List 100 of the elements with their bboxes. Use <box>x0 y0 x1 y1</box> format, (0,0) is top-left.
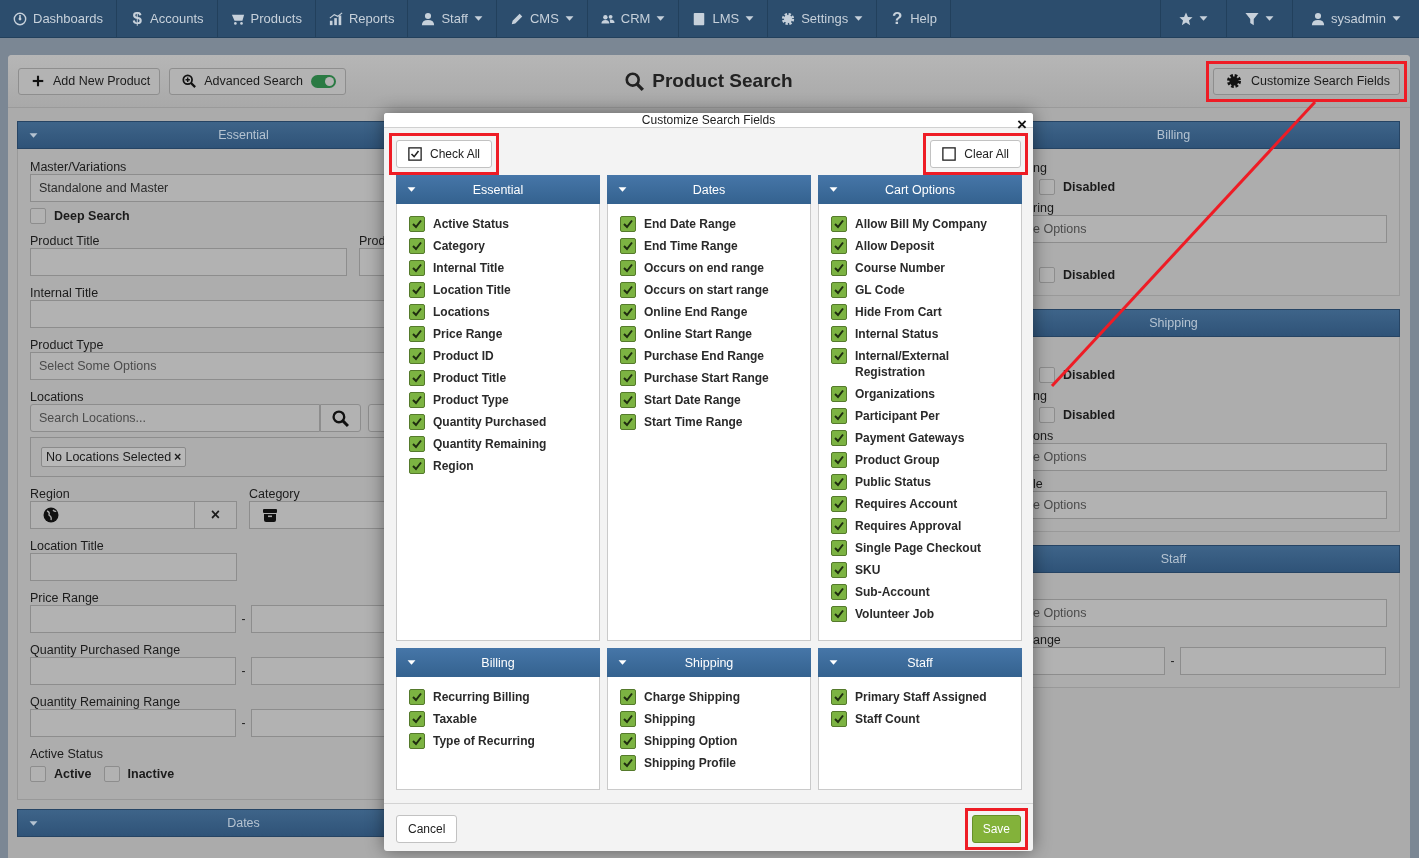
text-field[interactable] <box>1033 647 1165 675</box>
checkbox[interactable] <box>831 216 847 232</box>
checkbox[interactable] <box>1039 179 1055 195</box>
text-field[interactable] <box>30 553 237 581</box>
select-field[interactable]: Select Some Options <box>30 352 384 380</box>
checkbox[interactable] <box>409 238 425 254</box>
checkbox[interactable] <box>409 392 425 408</box>
close-icon[interactable]: × <box>1017 116 1027 134</box>
checkbox[interactable] <box>620 755 636 771</box>
checkbox[interactable] <box>30 766 46 782</box>
modal-button[interactable]: Check All <box>396 140 493 168</box>
select-field[interactable]: e Options <box>1033 491 1387 519</box>
checkbox[interactable] <box>409 326 425 342</box>
checkbox[interactable] <box>620 282 636 298</box>
text-field[interactable] <box>30 300 384 328</box>
group-header[interactable]: Cart Options <box>818 175 1022 204</box>
text-field[interactable] <box>30 709 236 737</box>
checkbox[interactable] <box>831 474 847 490</box>
section-header[interactable]: Staff <box>1033 545 1400 573</box>
checkbox[interactable] <box>620 711 636 727</box>
nav-item[interactable]: Products <box>217 0 316 37</box>
checkbox[interactable] <box>831 689 847 705</box>
select-field[interactable]: e Options <box>1033 599 1387 627</box>
customize-button[interactable]: Customize Search Fields <box>1213 67 1400 95</box>
search-field[interactable]: Search Locations... <box>30 404 320 432</box>
checkbox[interactable] <box>620 370 636 386</box>
toolbar-button[interactable]: Advanced Search <box>169 67 346 95</box>
checkbox[interactable] <box>620 260 636 276</box>
checkbox[interactable] <box>620 392 636 408</box>
checkbox[interactable] <box>620 304 636 320</box>
checkbox[interactable] <box>620 414 636 430</box>
nav-item[interactable]: $ Accounts <box>117 0 218 37</box>
nav-item[interactable]: CMS <box>496 0 588 37</box>
select-field[interactable]: e Options <box>1033 215 1387 243</box>
checkbox[interactable] <box>831 282 847 298</box>
checkbox[interactable] <box>1039 267 1055 283</box>
nav-item[interactable]: Settings <box>768 0 878 37</box>
group-header[interactable]: Shipping <box>607 648 811 677</box>
checkbox[interactable] <box>831 386 847 402</box>
checkbox[interactable] <box>409 304 425 320</box>
section-header[interactable]: Shipping <box>1033 309 1400 337</box>
checkbox[interactable] <box>831 584 847 600</box>
checkbox[interactable] <box>831 540 847 556</box>
checkbox[interactable] <box>831 304 847 320</box>
checkbox[interactable] <box>831 260 847 276</box>
select-field[interactable]: e Options <box>1033 443 1387 471</box>
checkbox[interactable] <box>30 208 46 224</box>
checkbox[interactable] <box>103 766 120 782</box>
select-field[interactable] <box>30 501 195 529</box>
toolbar-button[interactable]: Add New Product <box>18 67 161 95</box>
section-header[interactable]: Dates <box>17 809 384 837</box>
checkbox[interactable] <box>409 733 425 749</box>
section-header[interactable]: Billing <box>1033 121 1400 149</box>
checkbox[interactable] <box>409 348 425 364</box>
checkbox[interactable] <box>620 733 636 749</box>
checkbox[interactable] <box>409 689 425 705</box>
checkbox[interactable] <box>409 370 425 386</box>
clear-button[interactable]: × <box>195 501 237 529</box>
checkbox[interactable] <box>831 518 847 534</box>
search-button[interactable] <box>320 404 361 432</box>
group-header[interactable]: Dates <box>607 175 811 204</box>
checkbox[interactable] <box>831 496 847 512</box>
checkbox[interactable] <box>1039 367 1055 383</box>
group-header[interactable]: Staff <box>818 648 1022 677</box>
checkbox[interactable] <box>409 436 425 452</box>
checkbox[interactable] <box>831 562 847 578</box>
text-field[interactable] <box>30 605 236 633</box>
checkbox[interactable] <box>409 282 425 298</box>
checkbox[interactable] <box>409 711 425 727</box>
text-field[interactable] <box>30 248 347 276</box>
nav-item[interactable]: ? Help <box>877 0 951 37</box>
nav-item[interactable]: Reports <box>315 0 409 37</box>
section-header[interactable]: Essential <box>17 121 384 149</box>
select-field[interactable]: Standalone and Master <box>30 174 384 202</box>
group-header[interactable]: Billing <box>396 648 600 677</box>
remove-icon[interactable]: × <box>174 450 182 464</box>
checkbox[interactable] <box>831 430 847 446</box>
text-field[interactable] <box>30 657 236 685</box>
checkbox[interactable] <box>620 689 636 705</box>
checkbox[interactable] <box>620 238 636 254</box>
checkbox[interactable] <box>620 326 636 342</box>
checkbox[interactable] <box>831 606 847 622</box>
checkbox[interactable] <box>409 414 425 430</box>
checkbox[interactable] <box>409 216 425 232</box>
text-field[interactable] <box>1180 647 1386 675</box>
group-header[interactable]: Essential <box>396 175 600 204</box>
toggle-switch[interactable] <box>310 74 336 88</box>
nav-item[interactable]: sysadmin <box>1292 0 1419 37</box>
checkbox[interactable] <box>831 408 847 424</box>
nav-item[interactable]: LMS <box>679 0 769 37</box>
checkbox[interactable] <box>409 458 425 474</box>
checkbox[interactable] <box>1039 407 1055 423</box>
checkbox[interactable] <box>831 348 847 364</box>
modal-button[interactable]: Cancel <box>396 815 458 843</box>
checkbox[interactable] <box>831 326 847 342</box>
checkbox[interactable] <box>831 238 847 254</box>
checkbox[interactable] <box>831 711 847 727</box>
checkbox[interactable] <box>620 348 636 364</box>
checkbox[interactable] <box>409 260 425 276</box>
nav-item[interactable]: Dashboards <box>0 0 118 37</box>
